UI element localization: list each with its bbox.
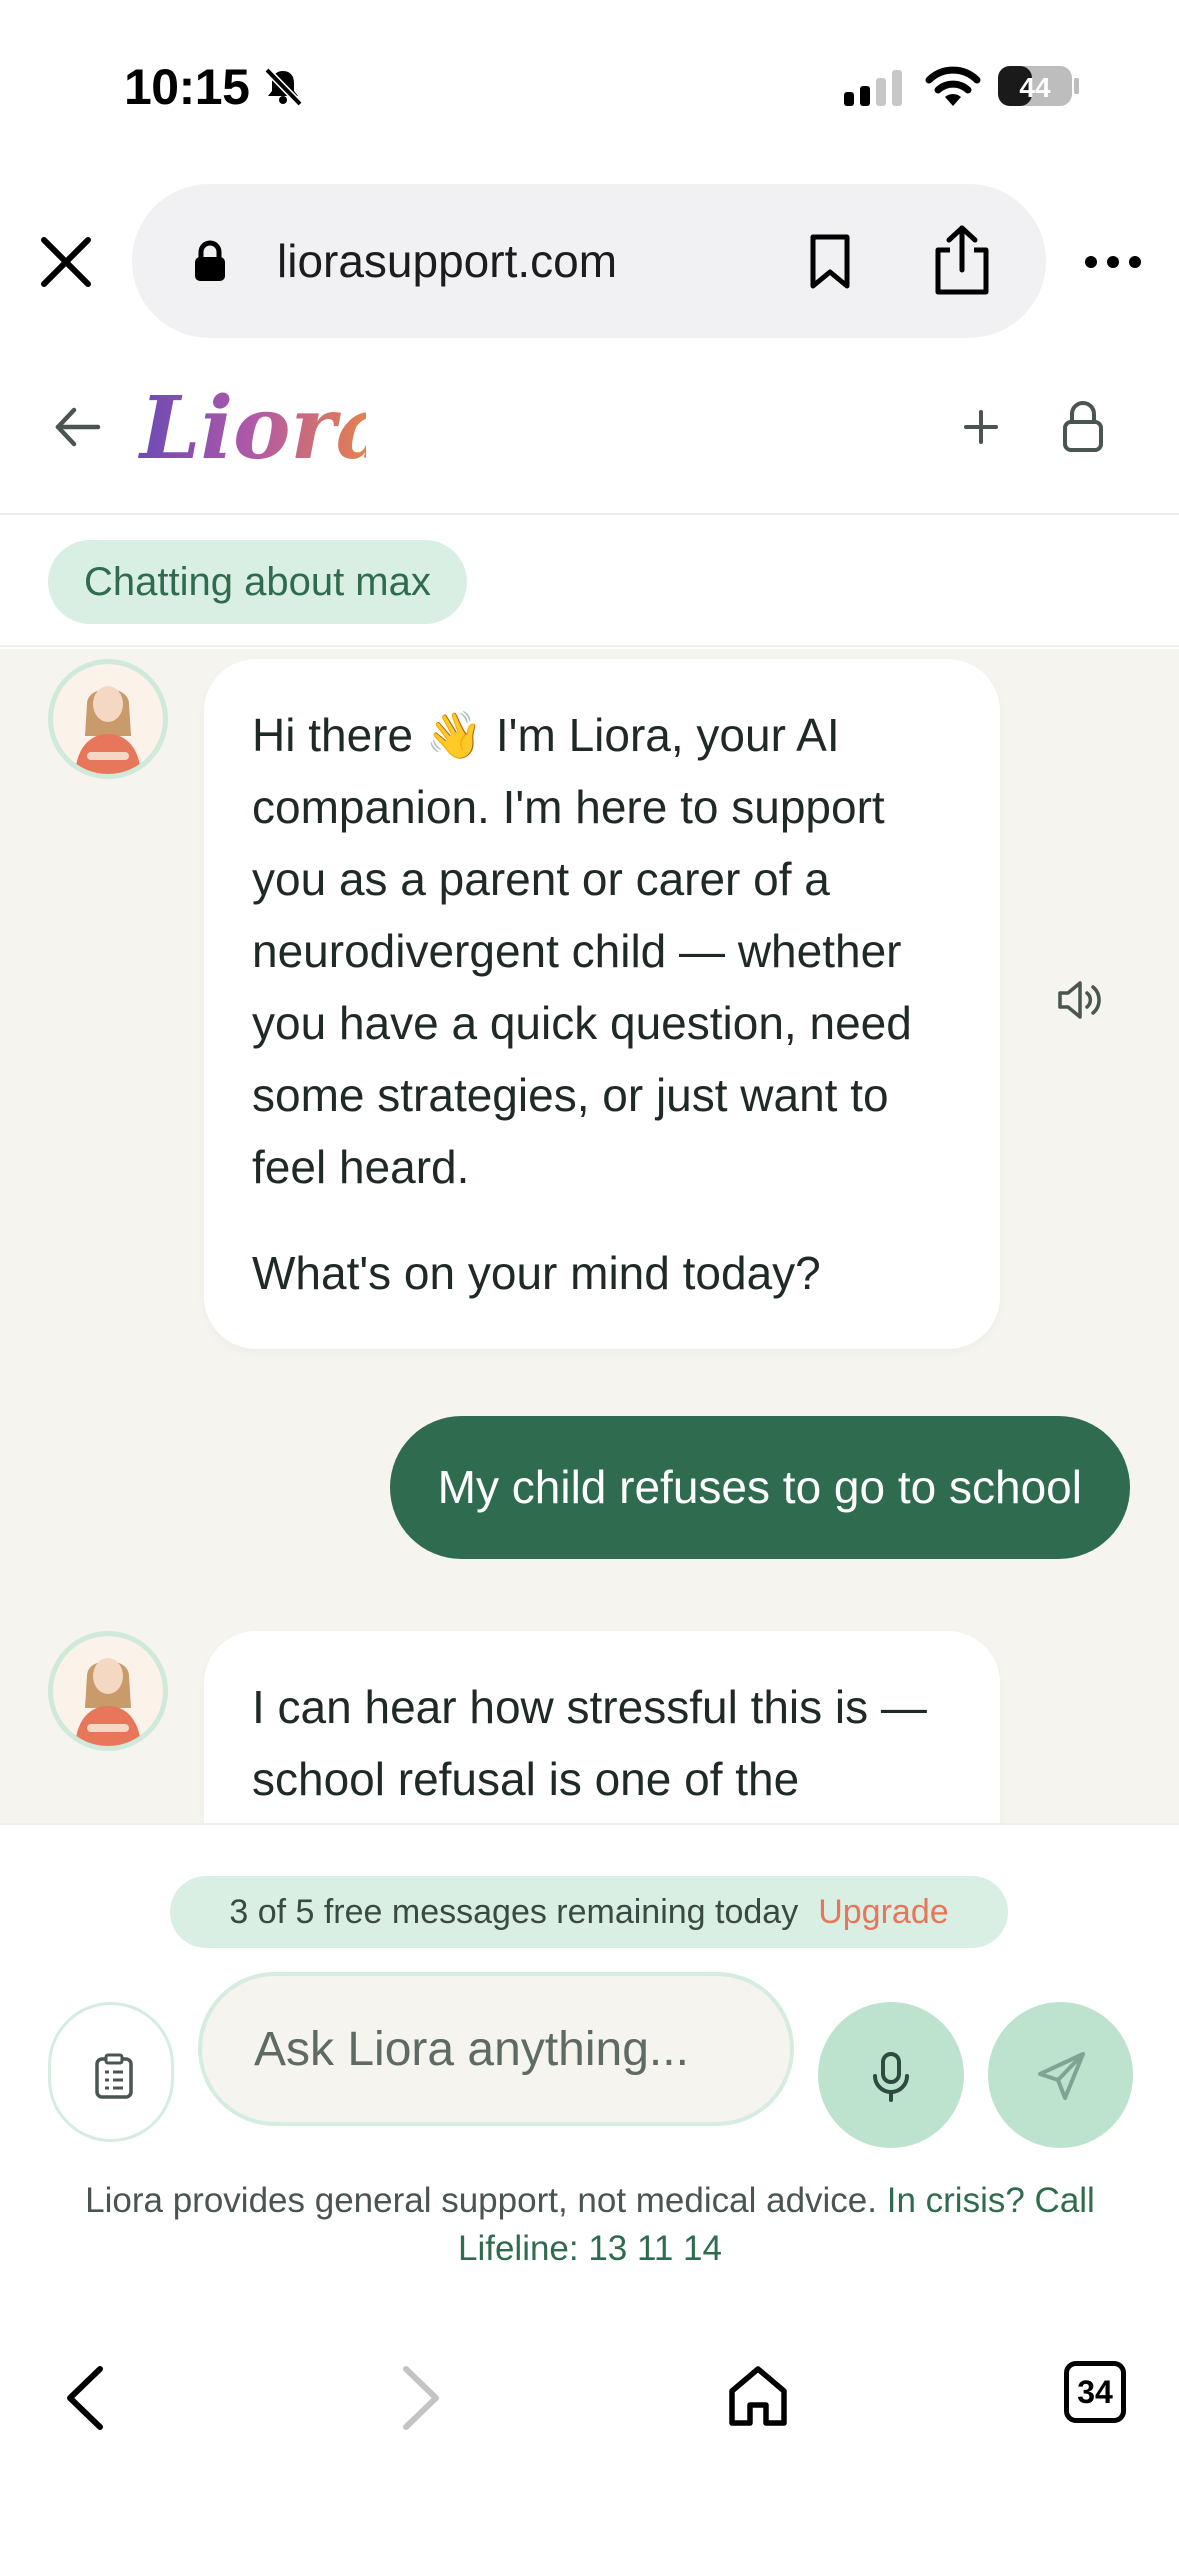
browser-toolbar: liorasupport.com [0, 180, 1179, 340]
liora-portrait-icon [75, 686, 141, 774]
liora-avatar [48, 1631, 168, 1751]
bot-message-bubble: Hi there 👋 I'm Liora, your AI companion.… [204, 659, 1000, 1349]
signal-icon [844, 70, 902, 106]
lock-icon [195, 240, 225, 281]
status-time: 10:15 [124, 59, 250, 115]
context-chip[interactable]: Chatting about max [48, 540, 467, 624]
liora-portrait-icon [75, 1658, 141, 1746]
clipboard-icon [95, 2053, 133, 2099]
home-icon[interactable] [726, 2363, 790, 2429]
microphone-icon [873, 2052, 909, 2102]
send-button[interactable] [988, 2002, 1133, 2148]
wifi-icon [925, 66, 981, 106]
bot-message-text: Hi there 👋 I'm Liora, your AI companion.… [252, 709, 912, 1193]
lock-icon[interactable] [1058, 398, 1108, 454]
microphone-button[interactable] [818, 2002, 964, 2148]
bot-message-text: What's on your mind today? [252, 1247, 821, 1299]
plus-icon[interactable] [956, 402, 1006, 452]
context-strip: Chatting about max [0, 517, 1179, 647]
disclaimer: Liora provides general support, not medi… [40, 2177, 1140, 2273]
send-icon [1038, 2052, 1085, 2100]
user-message-bubble: My child refuses to go to school [389, 1416, 1130, 1559]
close-icon[interactable] [38, 234, 94, 290]
chat-area[interactable]: Hi there 👋 I'm Liora, your AI companion.… [0, 649, 1179, 1823]
chevron-right-icon[interactable] [396, 2363, 446, 2433]
battery-icon: 44 [998, 66, 1079, 106]
logo-text: Liora [137, 378, 366, 479]
status-bar: 10:15 44 [0, 0, 1179, 170]
chevron-left-icon[interactable] [60, 2363, 110, 2433]
tabs-button[interactable]: 34 [1064, 2361, 1126, 2423]
speaker-icon[interactable] [1056, 977, 1106, 1023]
bell-off-icon [264, 67, 303, 107]
disclaimer-text: Liora provides general support, not medi… [85, 2181, 877, 2220]
back-arrow-icon[interactable] [52, 402, 102, 452]
app-header: Liora [0, 350, 1179, 515]
bot-message-bubble: I can hear how stressful this is — schoo… [204, 1631, 1000, 1823]
address-bar[interactable]: liorasupport.com [132, 184, 1046, 338]
quota-text: 3 of 5 free messages remaining today [229, 1893, 799, 1931]
liora-avatar [48, 659, 168, 779]
bookmark-icon[interactable] [808, 234, 852, 290]
browser-bottom-nav: 34 [0, 2283, 1179, 2556]
share-icon[interactable] [932, 224, 992, 296]
more-icon[interactable] [1083, 252, 1143, 272]
battery-level: 44 [1019, 72, 1051, 103]
bot-message-text: I can hear how stressful this is — schoo… [252, 1681, 927, 1805]
notes-button[interactable] [48, 2002, 174, 2142]
composer: 3 of 5 free messages remaining today Upgr… [0, 1823, 1179, 2283]
liora-logo[interactable]: Liora [136, 368, 366, 488]
ask-input[interactable] [198, 1972, 794, 2126]
quota-banner: 3 of 5 free messages remaining today Upgr… [170, 1876, 1008, 1948]
url-text: liorasupport.com [277, 235, 618, 287]
upgrade-link[interactable]: Upgrade [818, 1893, 948, 1931]
